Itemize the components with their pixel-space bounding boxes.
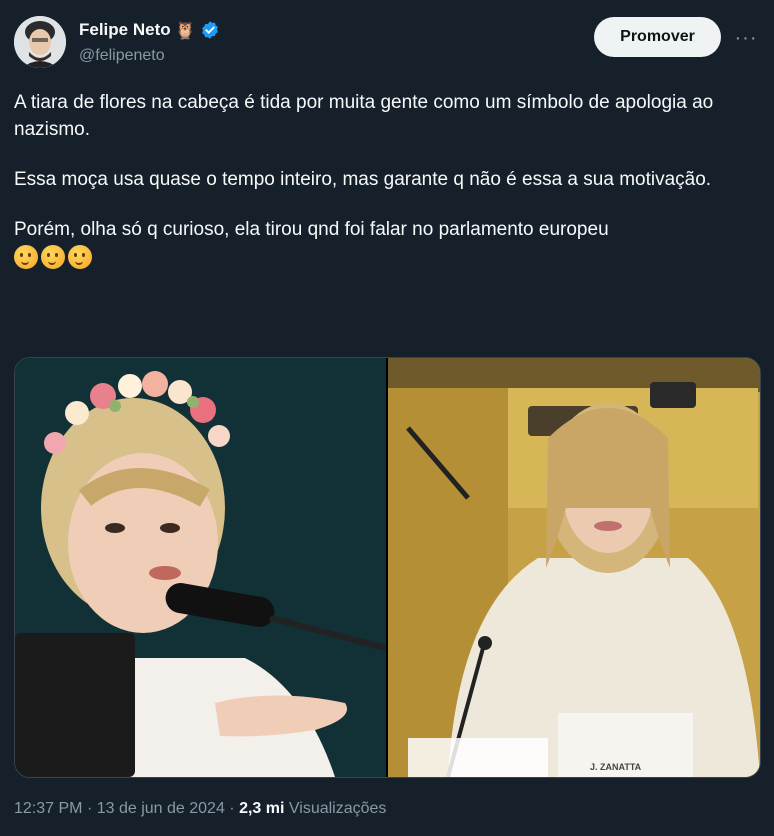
- owl-emoji-icon: 🦉: [174, 20, 196, 40]
- promote-button[interactable]: Promover: [594, 17, 721, 57]
- views-label: Visualizações: [288, 800, 387, 817]
- thinking-face-icon: [41, 244, 65, 269]
- thinking-face-icon: [14, 244, 38, 269]
- more-options-icon[interactable]: ···: [732, 24, 760, 52]
- post-meta: 12:37 PM · 13 de jun de 2024 · 2,3 mi Vi…: [14, 800, 386, 818]
- post-paragraph: A tiara de flores na cabeça é tida por m…: [14, 92, 714, 140]
- author-handle[interactable]: @felipeneto: [79, 47, 165, 65]
- post-paragraph: Porém, olha só q curioso, ela tirou qnd …: [14, 217, 754, 271]
- photo-right[interactable]: J. ZANATTA: [388, 358, 760, 777]
- post-text: A tiara de flores na cabeça é tida por m…: [14, 90, 754, 271]
- thinking-face-icon: [68, 244, 92, 269]
- separator: ·: [229, 800, 235, 817]
- avatar[interactable]: [14, 16, 66, 68]
- verified-badge-icon: [201, 21, 218, 39]
- post-paragraph-text: Porém, olha só q curioso, ela tirou qnd …: [14, 218, 609, 240]
- post-paragraph: Essa moça usa quase o tempo inteiro, mas…: [14, 168, 712, 190]
- post-date[interactable]: 13 de jun de 2024: [97, 800, 225, 817]
- post-time[interactable]: 12:37 PM: [14, 800, 82, 817]
- display-name[interactable]: Felipe Neto: [79, 20, 171, 40]
- nameplate-text: J. ZANATTA: [590, 762, 642, 772]
- separator: ·: [86, 800, 93, 817]
- media-grid: J. ZANATTA: [14, 357, 761, 778]
- post-header: Felipe Neto 🦉 @felipeneto Promover ···: [14, 16, 760, 68]
- views-count: 2,3 mi: [239, 800, 285, 817]
- photo-left[interactable]: [15, 358, 387, 777]
- thinking-emojis: [14, 244, 92, 269]
